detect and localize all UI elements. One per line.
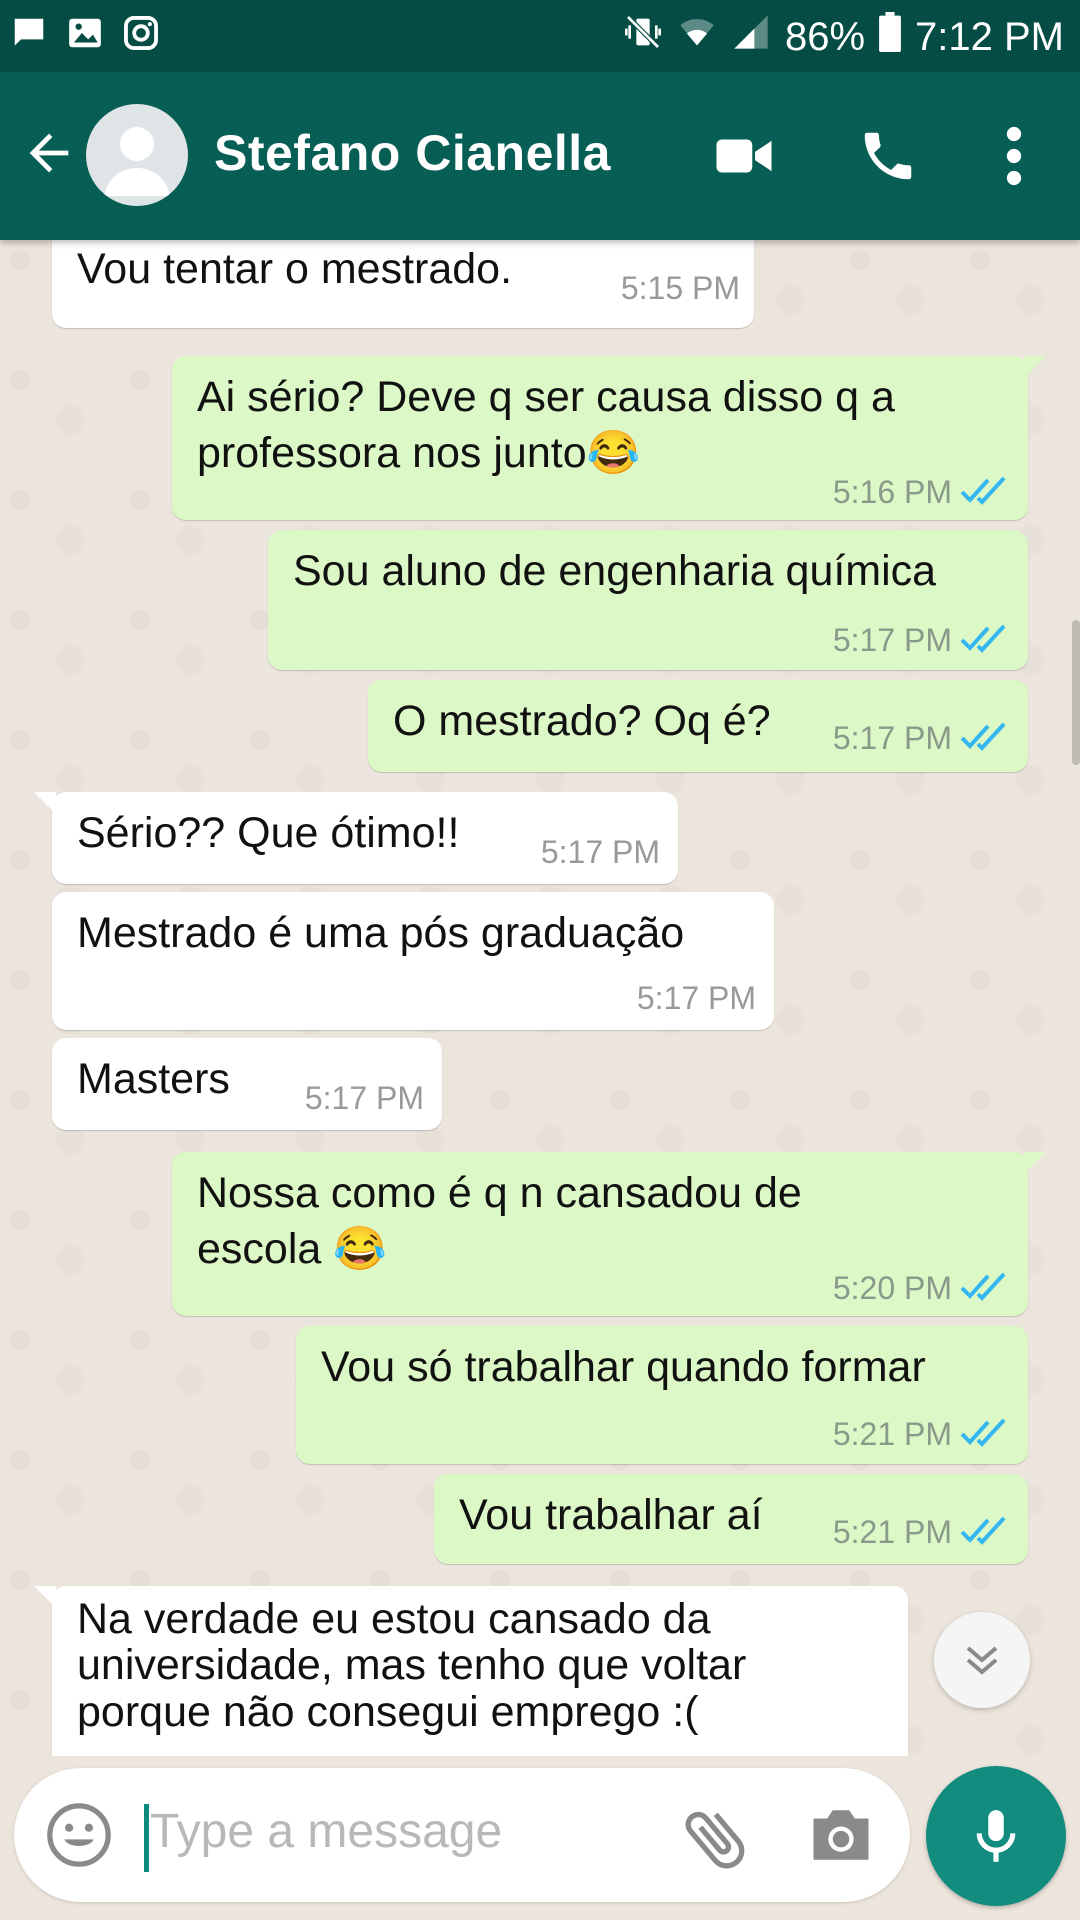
voice-message-button[interactable] xyxy=(926,1766,1066,1906)
avatar[interactable] xyxy=(86,104,188,206)
signal-icon xyxy=(731,12,771,62)
message-text: Mestrado é uma pós graduação xyxy=(77,909,685,957)
double-chevron-down-icon xyxy=(966,1646,998,1675)
back-arrow-icon[interactable] xyxy=(20,124,78,182)
message-text: Vou trabalhar aí xyxy=(459,1491,763,1539)
read-ticks-icon xyxy=(960,624,1006,653)
wifi-icon xyxy=(677,12,717,62)
message-incoming[interactable]: Masters 5:17 PM xyxy=(52,1038,442,1130)
clock: 7:12 PM xyxy=(915,14,1064,59)
message-outgoing[interactable]: Ai sério? Deve q ser causa disso q a pro… xyxy=(172,356,1046,520)
message-outgoing[interactable]: Vou só trabalhar quando formar 5:21 PM xyxy=(296,1326,1028,1464)
message-text: Masters xyxy=(77,1055,230,1103)
instagram-notification-icon xyxy=(122,14,160,57)
mic-icon xyxy=(976,1810,1016,1862)
message-notification-icon xyxy=(10,14,48,57)
message-text: O mestrado? Oq é? xyxy=(393,697,771,745)
message-time: 5:17 PM xyxy=(540,834,660,870)
chat-header: Stefano Cianella xyxy=(0,72,1080,240)
message-time: 5:17 PM xyxy=(832,720,952,756)
message-text: Ai sério? Deve q ser causa disso q a pro… xyxy=(197,373,895,477)
message-outgoing[interactable]: O mestrado? Oq é? 5:17 PM xyxy=(368,680,1028,772)
read-ticks-icon xyxy=(960,722,1006,751)
message-time: 5:21 PM xyxy=(832,1416,952,1452)
scroll-to-bottom-button[interactable] xyxy=(934,1612,1030,1708)
read-ticks-icon xyxy=(960,1516,1006,1545)
message-outgoing[interactable]: Vou trabalhar aí 5:21 PM xyxy=(434,1474,1028,1564)
read-ticks-icon xyxy=(960,1272,1006,1301)
message-text: Sério?? Que ótimo!! xyxy=(77,809,460,857)
message-incoming[interactable]: Vou tentar o mestrado. 5:15 PM xyxy=(52,240,754,328)
read-ticks-icon xyxy=(960,1418,1006,1447)
message-time: 5:21 PM xyxy=(832,1514,952,1550)
more-options-icon[interactable] xyxy=(980,122,1048,190)
message-time: 5:17 PM xyxy=(304,1080,424,1116)
message-time: 5:20 PM xyxy=(832,1270,952,1306)
message-text: Vou só trabalhar quando formar xyxy=(321,1343,926,1391)
message-text: Vou tentar o mestrado. xyxy=(77,245,513,293)
message-time: 5:17 PM xyxy=(636,980,756,1016)
message-incoming[interactable]: Mestrado é uma pós graduação 5:17 PM xyxy=(52,892,774,1030)
message-text: Nossa como é q n cansadou de escola 😂 xyxy=(197,1169,802,1273)
camera-icon[interactable] xyxy=(808,1804,874,1866)
video-call-icon[interactable] xyxy=(710,122,778,190)
message-outgoing[interactable]: Sou aluno de engenharia química 5:17 PM xyxy=(268,530,1028,670)
message-text: Sou aluno de engenharia química xyxy=(293,547,937,595)
message-time: 5:15 PM xyxy=(620,270,740,306)
scrollbar[interactable] xyxy=(1072,620,1080,765)
battery-icon xyxy=(879,12,901,62)
message-input[interactable]: Type a message xyxy=(150,1804,502,1859)
voice-call-icon[interactable] xyxy=(854,122,922,190)
message-outgoing[interactable]: Nossa como é q n cansadou de escola 😂 5:… xyxy=(172,1152,1046,1316)
message-text: Na verdade eu estou cansado da universid… xyxy=(77,1595,747,1736)
message-incoming[interactable]: Na verdade eu estou cansado da universid… xyxy=(34,1586,908,1756)
emoji-icon[interactable] xyxy=(44,1800,114,1870)
battery-percent: 86% xyxy=(784,14,866,59)
message-composer[interactable]: Type a message xyxy=(14,1768,910,1902)
message-incoming[interactable]: Sério?? Que ótimo!! 5:17 PM xyxy=(34,792,678,884)
status-bar: 86% 7:12 PM xyxy=(0,0,1080,72)
message-time: 5:17 PM xyxy=(832,622,952,658)
read-ticks-icon xyxy=(960,476,1006,505)
chat-area[interactable]: Vou tentar o mestrado. 5:15 PM Ai sério?… xyxy=(0,240,1080,1756)
vibrate-mute-icon xyxy=(623,12,663,62)
gallery-notification-icon xyxy=(66,14,104,57)
text-cursor xyxy=(144,1804,149,1872)
message-time: 5:16 PM xyxy=(832,474,952,510)
attach-icon[interactable] xyxy=(676,1798,756,1878)
contact-name[interactable]: Stefano Cianella xyxy=(214,124,611,182)
